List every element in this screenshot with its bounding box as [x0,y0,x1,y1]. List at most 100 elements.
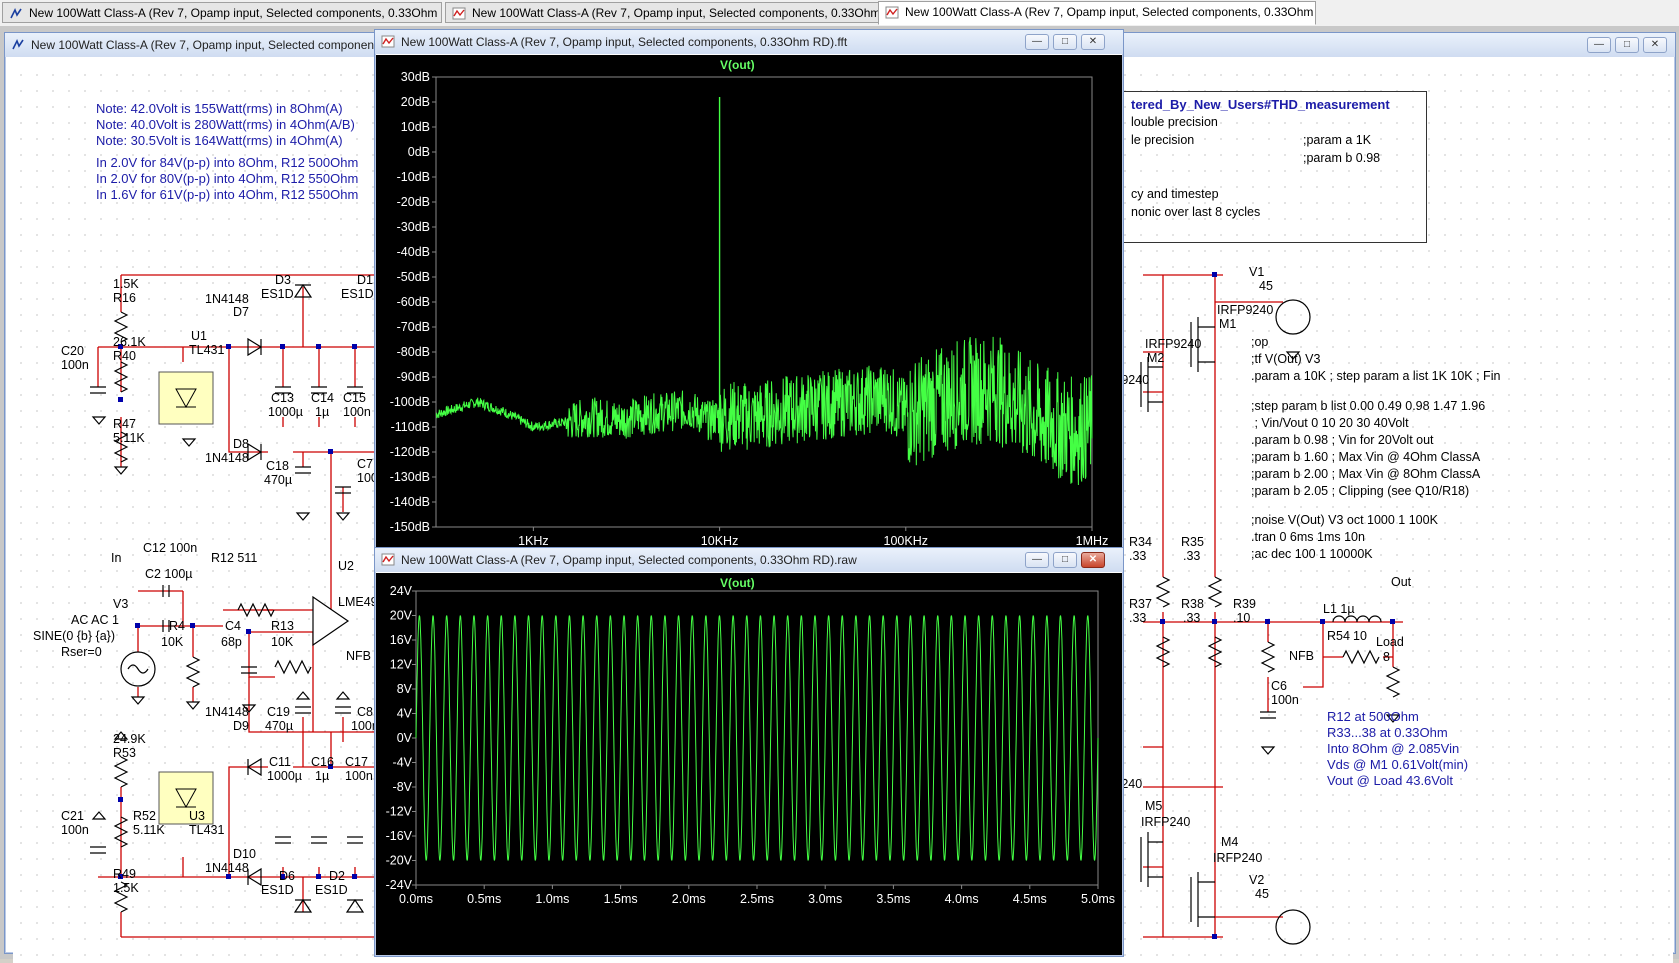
tab-schematic-label: New 100Watt Class-A (Rev 7, Opamp input,… [29,6,442,20]
spice-directive: .param b 0.98 ; Vin for 20Volt out [1251,433,1434,447]
y-tick-label: -4V [393,756,413,770]
component-label: L1 1µ [1323,602,1355,616]
component-label: C20 [61,344,84,358]
minimize-button[interactable]: — [1587,37,1611,53]
component-label: 1N4148 [205,705,249,719]
component-label: D8 [233,437,249,451]
component-label: TL431 [189,823,225,837]
component-label: TL431 [189,343,225,357]
minimize-button[interactable]: — [1025,552,1049,568]
note-line: tered_By_New_Users#THD_measurement [1131,97,1390,112]
x-tick-label: 2.5ms [740,892,774,906]
component-label: R53 [113,746,136,760]
spice-directive: ;param b 2.05 ; Clipping (see Q10/R18) [1251,484,1470,498]
component-label: ES1D [341,287,374,301]
component-label: R52 [133,809,156,823]
y-tick-label: 12V [390,658,413,672]
spice-directive: .param a 10K ; step param a list 1K 10K … [1251,369,1501,383]
close-button[interactable]: ✕ [1081,34,1105,50]
y-tick-label: -100dB [390,395,430,409]
y-tick-label: 4V [397,707,413,721]
note-line: le precision [1131,133,1195,147]
y-tick-label: -70dB [397,320,430,334]
component-label: R38 [1181,597,1204,611]
component-label: 1000µ [268,405,304,419]
thd-note-box [1113,91,1427,243]
component-label: R35 [1181,535,1204,549]
x-tick-label: 10KHz [701,534,739,547]
component-label: D1 [357,273,373,287]
maximize-button[interactable]: □ [1053,34,1077,50]
component-label: 10K [271,635,294,649]
component-label: 1µ [315,405,330,419]
spice-directive: ;tf V(Out) V3 [1251,352,1321,366]
y-tick-label: -24V [386,878,413,892]
y-tick-label: 16V [390,633,413,647]
component-label: D2 [329,869,345,883]
y-tick-label: -120dB [390,445,430,459]
fft-plot-window[interactable]: New 100Watt Class-A (Rev 7, Opamp input,… [374,29,1124,549]
component-label: NFB [346,649,371,663]
component-label: 1.5K [113,881,139,895]
y-tick-label: -110dB [391,420,430,434]
component-label: M4 [1221,835,1239,849]
note-line: In 2.0V for 80V(p-p) into 4Ohm, R12 550O… [96,171,359,186]
component-label: U3 [189,809,205,823]
component-label: 10 [1353,629,1367,643]
component-label: 470µ [265,719,294,733]
note-line: In 1.6V for 61V(p-p) into 4Ohm, R12 550O… [96,187,359,202]
transient-chart: 24V 20V 16V 12V 8V 4V 0V -4V -8V -12V -16V -20V -24V… [386,584,1115,906]
y-tick-label: -20V [386,854,413,868]
spice-directive: ;ac dec 100 1 10000K [1251,547,1373,561]
close-button[interactable]: ✕ [1643,37,1667,53]
y-tick-label: -20dB [397,195,430,209]
tab-schematic[interactable]: New 100Watt Class-A (Rev 7, Opamp input,… [2,2,442,23]
y-tick-label: 0V [397,731,413,745]
y-tick-label: -12V [386,805,413,819]
y-tick-label: -50dB [397,270,430,284]
raw-titlebar[interactable]: New 100Watt Class-A (Rev 7, Opamp input,… [375,548,1123,572]
schematic-title: New 100Watt Class-A (Rev 7, Opamp input,… [31,38,414,52]
component-label: C11 [269,755,292,769]
y-tick-label: 20dB [401,95,430,109]
component-label: 68p [221,635,242,649]
document-tab-bar: New 100Watt Class-A (Rev 7, Opamp input,… [0,0,1679,27]
component-label: 45 [1259,279,1273,293]
component-label: R16 [113,291,136,305]
tab-raw[interactable]: New 100Watt Class-A (Rev 7, Opamp input,… [878,1,1316,25]
y-tick-label: -16V [386,829,413,843]
component-label: .33 [1183,549,1201,563]
component-label: 26.1K [113,335,146,349]
close-button[interactable]: ✕ [1081,552,1105,568]
component-label: U1 [191,329,207,343]
note-line: nonic over last 8 cycles [1131,205,1261,219]
fft-chart: 30dB 20dB 10dB 0dB -10dB -20dB -30dB -40dB -50dB… [390,70,1109,547]
maximize-button[interactable]: □ [1615,37,1639,53]
component-label: R34 [1129,535,1152,549]
component-label: R39 [1233,597,1256,611]
note-line: Note: 40.0Volt is 280Watt(rms) in 4Ohm(A… [96,117,355,132]
component-label: ES1D [315,883,348,897]
transient-plot-window[interactable]: New 100Watt Class-A (Rev 7, Opamp input,… [374,547,1124,957]
y-tick-label: 0dB [408,145,430,159]
tab-fft[interactable]: New 100Watt Class-A (Rev 7, Opamp input,… [445,2,879,23]
component-label: IRFP9240 [1145,337,1202,351]
fft-titlebar[interactable]: New 100Watt Class-A (Rev 7, Opamp input,… [375,30,1123,54]
component-label: C21 [61,809,84,823]
component-label: 1000µ [267,769,303,783]
minimize-button[interactable]: — [1025,34,1049,50]
maximize-button[interactable]: □ [1053,552,1077,568]
note-line: In 2.0V for 84V(p-p) into 8Ohm, R12 500O… [96,155,359,170]
note-line: louble precision [1131,115,1218,129]
component-label: C15 [343,391,366,405]
component-label: C6 [1271,679,1287,693]
note-line: Vds @ M1 0.61Volt(min) [1327,757,1469,772]
spice-directive: ;op [1251,335,1269,349]
component-label: C7 [357,457,373,471]
y-tick-label: -10dB [397,170,430,184]
component-label: 100n [345,769,373,783]
component-label: C17 [345,755,368,769]
y-tick-label: -90dB [397,370,430,384]
component-label: U2 [338,559,354,573]
component-label: IRFP240 [1213,851,1263,865]
